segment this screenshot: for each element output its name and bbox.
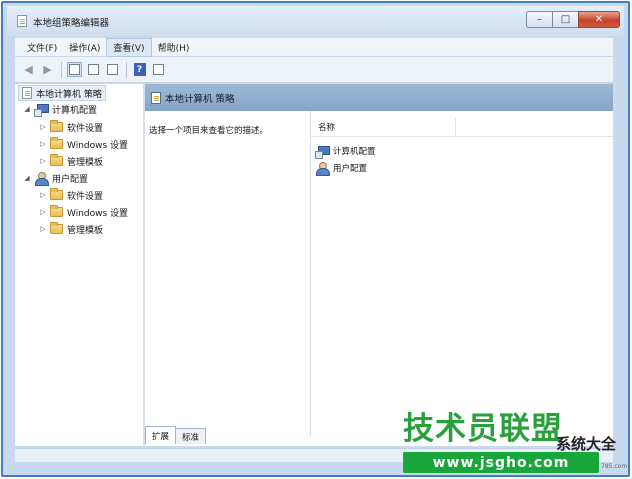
toolbar: ◀ ▶ ? — [15, 57, 613, 83]
filter-icon — [153, 64, 164, 75]
tree-item-label: 软件设置 — [67, 191, 104, 202]
toolbar-separator — [126, 61, 127, 78]
details-header: 本地计算机 策略 — [145, 84, 613, 111]
details-header-title: 本地计算机 策略 — [165, 93, 235, 105]
back-arrow-icon[interactable]: ◀ — [21, 62, 36, 77]
folder-icon — [50, 154, 63, 166]
user-icon — [315, 162, 330, 176]
filter-button[interactable] — [151, 62, 166, 77]
watermark-brand: 技术员联盟 — [403, 411, 563, 447]
tab-standard[interactable]: 标准 — [175, 428, 207, 444]
console-tree: 本地计算机 策略 ◢ 计算机配置 ▷ 软件设置 ▷ Windows 设置 ▷ 管… — [15, 84, 143, 446]
menu-file[interactable]: 文件(F) — [21, 39, 63, 56]
list-item-label: 用户配置 — [333, 164, 368, 174]
menu-bar: 文件(F) 操作(A) 查看(V) 帮助(H) — [15, 37, 613, 57]
help-button[interactable]: ? — [132, 62, 147, 77]
toolbar-separator — [61, 61, 62, 78]
policy-icon — [22, 87, 32, 99]
export-list-icon — [107, 64, 118, 75]
expand-arrow-icon[interactable]: ▷ — [39, 123, 47, 131]
window-title: 本地组策略编辑器 — [33, 18, 110, 29]
watermark-suffix: 系统大全 — [556, 435, 617, 453]
tree-item-label: 软件设置 — [67, 123, 104, 134]
list-item-label: 计算机配置 — [333, 147, 376, 157]
forward-arrow-icon[interactable]: ▶ — [40, 62, 55, 77]
computer-icon — [315, 145, 330, 159]
expand-arrow-icon[interactable]: ▷ — [39, 191, 47, 199]
export-list-button[interactable] — [105, 62, 120, 77]
tree-item-label: 计算机配置 — [52, 105, 98, 116]
menu-action[interactable]: 操作(A) — [63, 39, 106, 56]
expand-arrow-icon[interactable]: ▷ — [39, 225, 47, 233]
user-icon — [34, 172, 49, 186]
expand-arrow-icon[interactable]: ▷ — [39, 157, 47, 165]
watermark-url: www.jsgho.com — [403, 452, 599, 473]
tree-item-windows-settings[interactable]: ▷ Windows 设置 — [39, 204, 128, 220]
description-text: 选择一个项目来查看它的描述。 — [149, 126, 269, 136]
folder-icon — [50, 222, 63, 234]
item-list: 名称 计算机配置 用户配置 — [311, 111, 613, 436]
tree-item-software-settings[interactable]: ▷ 软件设置 — [39, 119, 103, 135]
collapse-arrow-icon[interactable]: ◢ — [23, 174, 31, 182]
list-item-user-config[interactable]: 用户配置 — [315, 160, 367, 176]
tree-item-label: Windows 设置 — [67, 140, 129, 151]
view-tabs: 扩展 标准 — [145, 426, 207, 444]
collapse-arrow-icon[interactable]: ◢ — [23, 105, 31, 113]
title-bar[interactable]: 本地组策略编辑器 – □ ✕ — [7, 6, 624, 36]
computer-icon — [34, 103, 49, 117]
details-pane: 本地计算机 策略 选择一个项目来查看它的描述。 名称 计算机配置 用户配置 扩展… — [145, 84, 613, 446]
tree-item-label: 管理模板 — [67, 225, 104, 236]
watermark-tiny: 785.com — [601, 463, 628, 470]
expand-arrow-icon[interactable]: ▷ — [39, 140, 47, 148]
policy-icon — [151, 91, 161, 104]
show-tree-button[interactable] — [67, 62, 82, 77]
folder-icon — [50, 120, 63, 132]
tree-item-label: Windows 设置 — [67, 208, 129, 219]
column-header-name[interactable]: 名称 — [311, 117, 456, 137]
client-area: 本地计算机 策略 ◢ 计算机配置 ▷ 软件设置 ▷ Windows 设置 ▷ 管… — [15, 84, 613, 446]
tree-item-computer-config[interactable]: ◢ 计算机配置 — [23, 101, 97, 117]
tab-extended[interactable]: 扩展 — [145, 426, 177, 444]
menu-view[interactable]: 查看(V) — [106, 37, 152, 57]
folder-icon — [50, 205, 63, 217]
folder-icon — [50, 137, 63, 149]
tree-root[interactable]: 本地计算机 策略 — [18, 85, 106, 101]
help-icon: ? — [133, 63, 146, 76]
tree-item-software-settings[interactable]: ▷ 软件设置 — [39, 187, 103, 203]
properties-icon — [88, 64, 99, 75]
tree-item-admin-templates[interactable]: ▷ 管理模板 — [39, 153, 103, 169]
tree-item-label: 用户配置 — [52, 174, 89, 185]
maximize-button[interactable]: □ — [552, 11, 578, 28]
menu-help[interactable]: 帮助(H) — [152, 39, 196, 56]
gpedit-app-icon — [17, 15, 27, 27]
tree-item-label: 管理模板 — [67, 157, 104, 168]
properties-button[interactable] — [86, 62, 101, 77]
tree-item-windows-settings[interactable]: ▷ Windows 设置 — [39, 136, 128, 152]
minimize-button[interactable]: – — [526, 11, 552, 28]
tree-root-label: 本地计算机 策略 — [36, 89, 102, 100]
watermark: 技术员联盟 系统大全 www.jsgho.com 785.com — [403, 411, 628, 475]
folder-icon — [50, 188, 63, 200]
close-button[interactable]: ✕ — [578, 11, 620, 28]
window-controls: – □ ✕ — [526, 11, 620, 29]
list-item-computer-config[interactable]: 计算机配置 — [315, 143, 376, 159]
list-header: 名称 — [311, 117, 613, 137]
tree-item-user-config[interactable]: ◢ 用户配置 — [23, 170, 88, 186]
expand-arrow-icon[interactable]: ▷ — [39, 208, 47, 216]
description-panel: 选择一个项目来查看它的描述。 — [145, 111, 311, 436]
tree-item-admin-templates[interactable]: ▷ 管理模板 — [39, 221, 103, 237]
console-tree-icon — [69, 64, 80, 75]
